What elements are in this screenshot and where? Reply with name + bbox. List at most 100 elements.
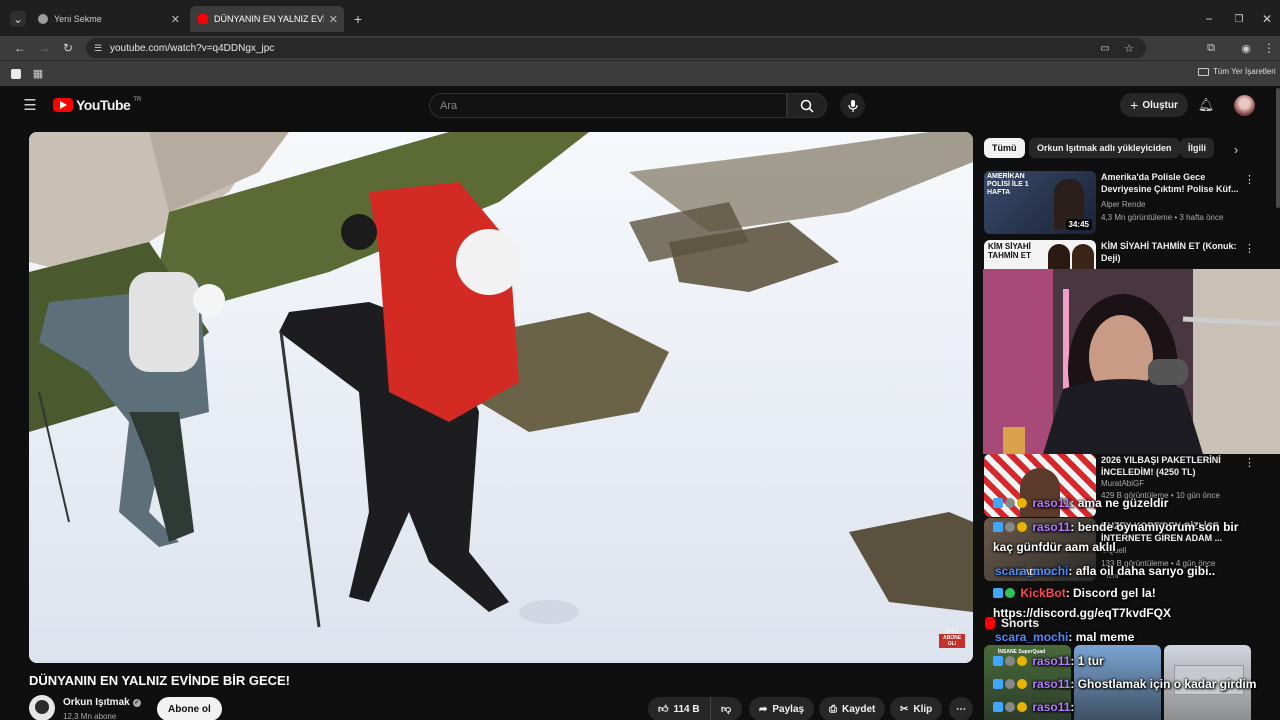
chat-text: : mal meme bbox=[1068, 630, 1135, 644]
tab-search-icon[interactable]: ⌄ bbox=[10, 11, 26, 27]
apps-grid-icon[interactable]: ▦ bbox=[31, 66, 45, 80]
recommendation-channel: Alper Rende bbox=[1101, 200, 1146, 209]
chip-from-uploader[interactable]: Orkun Işıtmak adlı yükleyiciden bbox=[1029, 138, 1180, 158]
channel-avatar[interactable] bbox=[29, 695, 55, 720]
streamer-webcam-image bbox=[983, 269, 1280, 454]
browser-menu-icon[interactable]: ⋮ bbox=[1262, 40, 1276, 56]
chat-badge-icon bbox=[993, 679, 1003, 689]
bookmarks-bar: ▦ Tüm Yer İşaretleri bbox=[0, 60, 1280, 86]
tab-strip-icon[interactable] bbox=[11, 69, 21, 79]
thumbs-up-icon: 👍︎ bbox=[658, 704, 669, 715]
subscribe-overlay-badge[interactable]: ↓↓↓ ABONE OL! bbox=[939, 625, 965, 649]
folder-icon bbox=[1198, 67, 1209, 76]
streamer-webcam-overlay bbox=[983, 269, 1280, 454]
chip-all[interactable]: Tümü bbox=[984, 138, 1025, 158]
chat-message: KickBot: Discord gel la! bbox=[993, 586, 1156, 601]
save-button[interactable]: ⎙ Kaydet bbox=[819, 697, 886, 720]
chat-badge-icon bbox=[993, 522, 1003, 532]
site-info-icon[interactable]: ☰ bbox=[92, 41, 104, 55]
more-actions-button[interactable]: ⋯ bbox=[949, 697, 973, 720]
window-close-icon[interactable]: ✕ bbox=[1258, 10, 1276, 28]
create-button[interactable]: + Oluştur bbox=[1120, 93, 1188, 117]
chip-related[interactable]: İlgili bbox=[1180, 138, 1214, 158]
recommendation-item[interactable]: AMERİKAN POLİSİ İLE 1 HAFTA 34:45 Amerik… bbox=[984, 171, 1274, 235]
channel-name: Orkun Işıtmak bbox=[63, 697, 130, 708]
extensions-icon[interactable]: ⧉ bbox=[1203, 40, 1219, 56]
user-avatar[interactable] bbox=[1234, 95, 1255, 116]
chat-text: : Ghostlamak için o kadar girdim bbox=[1070, 677, 1257, 691]
chat-text: : 1 tur bbox=[1070, 654, 1104, 668]
recommendation-item[interactable]: KİM SİYAHİ TAHMİN ET KİM SİYAHİ TAHMİN E… bbox=[984, 240, 1274, 270]
plus-icon: + bbox=[1130, 97, 1139, 113]
more-vertical-icon[interactable]: ⋮ bbox=[1244, 173, 1255, 186]
search-input[interactable]: Ara bbox=[429, 93, 787, 118]
tab-youtube-video[interactable]: DÜNYANIN EN YALNIZ EVİNDE ✕ bbox=[190, 6, 344, 32]
close-icon[interactable]: ✕ bbox=[329, 13, 338, 26]
minimize-icon[interactable]: − bbox=[1200, 10, 1218, 28]
close-icon[interactable]: ✕ bbox=[171, 13, 180, 26]
youtube-logo[interactable]: YouTube TR bbox=[53, 97, 141, 113]
chat-message: scara_mochi: mal meme bbox=[995, 630, 1134, 645]
like-button[interactable]: 👍︎ 114 B bbox=[648, 697, 710, 720]
duration-badge: 34:45 bbox=[1065, 219, 1092, 230]
chat-badge-icon bbox=[1017, 679, 1027, 689]
profile-icon[interactable]: ◉ bbox=[1238, 40, 1254, 56]
chat-badge-icon bbox=[1005, 656, 1015, 666]
share-label: Paylaş bbox=[772, 703, 805, 715]
chat-username: raso11 bbox=[1032, 496, 1071, 510]
clip-label: Klip bbox=[913, 703, 933, 715]
search-button[interactable] bbox=[787, 93, 827, 118]
clip-button[interactable]: ✂ Klip bbox=[890, 697, 943, 720]
recommendation-thumbnail[interactable]: AMERİKAN POLİSİ İLE 1 HAFTA 34:45 bbox=[984, 171, 1096, 234]
chat-message-continuation: kaç günfdür aam aklıl bbox=[993, 540, 1116, 554]
reload-icon[interactable]: ↻ bbox=[60, 40, 76, 56]
recommendation-thumbnail[interactable]: KİM SİYAHİ TAHMİN ET bbox=[984, 240, 1096, 270]
chat-text: : bbox=[1070, 700, 1075, 714]
youtube-favicon-icon bbox=[198, 14, 208, 24]
subscribe-button[interactable]: Abone ol bbox=[157, 697, 222, 720]
voice-search-button[interactable] bbox=[840, 93, 865, 118]
chat-badge-icon bbox=[1005, 588, 1015, 598]
dislike-button[interactable]: 👎︎ bbox=[710, 697, 742, 720]
forward-icon[interactable]: → bbox=[36, 40, 52, 56]
recommendation-title: Amerika'da Polisle Gece Devriyesine Çıkt… bbox=[1101, 172, 1239, 194]
recommendation-title: KİM SİYAHİ TAHMİN ET (Konuk: Deji) bbox=[1101, 241, 1237, 263]
all-bookmarks-folder[interactable]: Tüm Yer İşaretleri bbox=[1198, 67, 1276, 76]
restore-icon[interactable]: ❐ bbox=[1230, 10, 1248, 28]
microphone-icon bbox=[847, 99, 858, 112]
tab-new-tab[interactable]: Yeni Sekme ✕ bbox=[30, 8, 186, 30]
back-icon[interactable]: ← bbox=[12, 40, 28, 56]
video-player[interactable]: ↓↓↓ ABONE OL! bbox=[29, 132, 973, 663]
down-arrows-icon: ↓↓↓ bbox=[946, 625, 958, 634]
recommendation-meta: 4,3 Mn görüntüleme • 3 hafta önce bbox=[1101, 213, 1224, 222]
more-vertical-icon[interactable]: ⋮ bbox=[1244, 242, 1255, 255]
share-arrow-icon: ➦ bbox=[759, 703, 768, 715]
more-vertical-icon[interactable]: ⋮ bbox=[1244, 456, 1255, 469]
notifications-bell-icon[interactable]: 🔔︎ bbox=[1198, 97, 1215, 113]
page-scrollbar[interactable] bbox=[1276, 88, 1280, 208]
channel-name-link[interactable]: Orkun Işıtmak ✓ bbox=[63, 697, 141, 708]
recommendation-title: 2026 YILBAŞI PAKETLERİNİ İNCELEDİM! (425… bbox=[1101, 455, 1221, 477]
chat-badge-icon bbox=[993, 656, 1003, 666]
like-count: 114 B bbox=[673, 703, 700, 715]
subscribe-overlay-text: ABONE OL! bbox=[939, 634, 965, 648]
chat-message: raso11: 1 tur bbox=[993, 654, 1104, 669]
new-tab-plus-icon[interactable]: + bbox=[350, 10, 366, 28]
subscriber-count: 12,3 Mn abone bbox=[63, 712, 117, 720]
all-bookmarks-label: Tüm Yer İşaretleri bbox=[1213, 67, 1276, 76]
chat-message: raso11: bende oynamıyorum son bir bbox=[993, 520, 1238, 535]
bookmark-star-icon[interactable]: ☆ bbox=[1122, 41, 1136, 55]
thumbnail-text: AMERİKAN POLİSİ İLE 1 HAFTA bbox=[987, 173, 1029, 196]
cast-icon[interactable]: ▭ bbox=[1098, 41, 1112, 55]
chevron-right-icon[interactable]: › bbox=[1228, 140, 1244, 158]
chat-badge-icon bbox=[993, 702, 1003, 712]
address-bar-row: ← → ↻ ☰ youtube.com/watch?v=q4DDNgx_jpc … bbox=[0, 36, 1280, 60]
search-icon bbox=[800, 99, 814, 113]
thumbnail-text: KİM SİYAHİ TAHMİN ET bbox=[988, 242, 1031, 260]
url-input[interactable]: ☰ youtube.com/watch?v=q4DDNgx_jpc ▭ ☆ bbox=[86, 38, 1146, 58]
hamburger-menu-icon[interactable]: ☰ bbox=[22, 97, 38, 114]
chat-badge-icon bbox=[993, 588, 1003, 598]
chat-username: scara_mochi bbox=[995, 564, 1069, 578]
video-frame-snow-hikers bbox=[29, 132, 973, 663]
share-button[interactable]: ➦ Paylaş bbox=[749, 697, 815, 720]
